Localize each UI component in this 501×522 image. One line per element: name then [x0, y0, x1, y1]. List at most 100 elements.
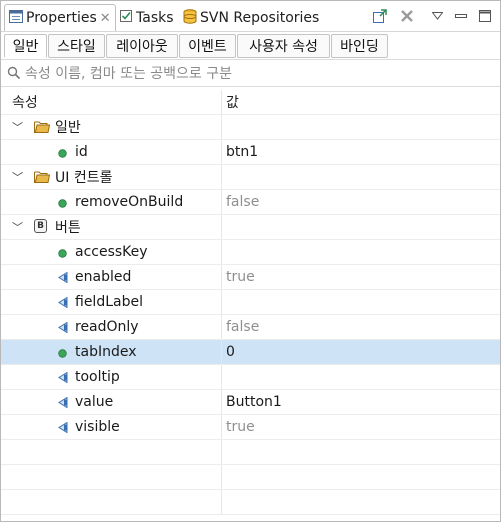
tab-tasks-label: Tasks [136, 10, 174, 26]
property-name: fieldLabel [75, 294, 143, 310]
property-name-cell: tabIndex [1, 340, 222, 364]
property-name: tooltip [75, 369, 120, 385]
tab-general[interactable]: 일반 [4, 34, 47, 58]
empty-row [1, 490, 500, 515]
maximize-icon[interactable] [477, 8, 493, 24]
green-dot-icon [58, 346, 67, 358]
tab-events[interactable]: 이벤트 [179, 34, 236, 58]
property-name: tabIndex [75, 344, 137, 360]
tab-svn-repositories[interactable]: SVN Repositories [183, 6, 319, 30]
property-value[interactable]: 0 [223, 340, 500, 364]
property-row[interactable]: value Button1 [1, 390, 500, 415]
tab-tasks[interactable]: Tasks [119, 6, 174, 30]
property-filter-input[interactable]: 속성 이름, 컴마 또는 공백으로 구분 [1, 59, 500, 87]
minimize-icon[interactable] [453, 8, 469, 24]
tab-binding[interactable]: 바인딩 [331, 34, 388, 58]
property-row[interactable]: readOnly false [1, 315, 500, 340]
category-name-cell: ﹀ UI 컨트롤 [1, 165, 222, 189]
column-header-property[interactable]: 속성 [1, 90, 222, 114]
empty-cell [223, 465, 500, 489]
property-value[interactable]: btn1 [223, 140, 500, 164]
property-name-cell: visible [1, 415, 222, 439]
properties-icon [9, 9, 23, 27]
view-tab-bar: Properties ✕ Tasks SVN Repositories [1, 1, 500, 32]
folder-icon [34, 170, 51, 183]
property-row[interactable]: removeOnBuild false [1, 190, 500, 215]
empty-cell [1, 490, 222, 514]
green-dot-icon [58, 146, 67, 158]
category-name-cell: ﹀ 일반 [1, 115, 222, 139]
blue-arrow-icon [58, 421, 68, 434]
column-header-value[interactable]: 값 [223, 90, 500, 114]
blue-arrow-icon [58, 371, 68, 384]
tab-properties[interactable]: Properties ✕ [4, 4, 116, 31]
category-label: UI 컨트롤 [55, 170, 113, 186]
view-menu-icon[interactable] [429, 8, 445, 24]
search-icon [7, 66, 21, 80]
property-name: accessKey [75, 244, 148, 260]
blue-arrow-icon [58, 396, 68, 409]
property-name-cell: tooltip [1, 365, 222, 389]
property-name-cell: value [1, 390, 222, 414]
tab-svn-label: SVN Repositories [200, 10, 320, 26]
blue-arrow-icon [58, 271, 68, 284]
property-value[interactable] [223, 240, 500, 264]
tab-properties-label: Properties [26, 10, 97, 26]
property-category[interactable]: ﹀ UI 컨트롤 [1, 165, 500, 190]
property-row[interactable]: visible true [1, 415, 500, 440]
property-category[interactable]: ﹀ 일반 [1, 115, 500, 140]
chevron-down-icon[interactable]: ﹀ [12, 219, 23, 235]
empty-cell [223, 490, 500, 514]
green-dot-icon [58, 246, 67, 258]
property-value[interactable]: true [223, 265, 500, 289]
property-value[interactable]: Button1 [223, 390, 500, 414]
property-value[interactable] [223, 365, 500, 389]
new-window-icon[interactable] [371, 8, 387, 24]
property-row[interactable]: id btn1 [1, 140, 500, 165]
tab-user-properties[interactable]: 사용자 속성 [237, 34, 330, 58]
property-row[interactable]: enabled true [1, 265, 500, 290]
property-row[interactable]: accessKey [1, 240, 500, 265]
property-row[interactable]: tooltip [1, 365, 500, 390]
close-icon[interactable]: ✕ [100, 11, 111, 26]
property-name-cell: accessKey [1, 240, 222, 264]
button-b-icon: B [34, 219, 47, 233]
property-name-cell: readOnly [1, 315, 222, 339]
property-value[interactable]: true [223, 415, 500, 439]
category-tab-bar: 일반 스타일 레이아웃 이벤트 사용자 속성 바인딩 [1, 32, 500, 59]
property-name: enabled [75, 269, 132, 285]
grid-header: 속성 값 [1, 90, 500, 115]
property-value[interactable] [223, 290, 500, 314]
remove-icon[interactable] [399, 8, 415, 24]
search-placeholder: 속성 이름, 컴마 또는 공백으로 구분 [25, 66, 233, 82]
empty-cell [223, 440, 500, 464]
property-name-cell: id [1, 140, 222, 164]
property-name-cell: enabled [1, 265, 222, 289]
property-name-cell: removeOnBuild [1, 190, 222, 214]
tasks-icon [119, 9, 133, 27]
empty-cell [1, 440, 222, 464]
chevron-down-icon[interactable]: ﹀ [12, 169, 23, 185]
green-dot-icon [58, 196, 67, 208]
folder-icon [34, 120, 51, 133]
blue-arrow-icon [58, 296, 68, 309]
property-value[interactable]: false [223, 190, 500, 214]
grid-rows: ﹀ 일반 id btn1 ﹀ UI 컨트롤 removeOnBuild false ﹀ B 버튼 ac… [1, 115, 500, 515]
category-label: 버튼 [55, 220, 81, 236]
chevron-down-icon[interactable]: ﹀ [12, 119, 23, 135]
category-value-cell [223, 215, 500, 239]
property-category[interactable]: ﹀ B 버튼 [1, 215, 500, 240]
blue-arrow-icon [58, 321, 68, 334]
property-name: readOnly [75, 319, 139, 335]
property-row[interactable]: fieldLabel [1, 290, 500, 315]
property-value[interactable]: false [223, 315, 500, 339]
svn-icon [183, 8, 197, 28]
property-name-cell: fieldLabel [1, 290, 222, 314]
property-name: visible [75, 419, 120, 435]
empty-row [1, 440, 500, 465]
tab-style[interactable]: 스타일 [48, 34, 105, 58]
tab-layout[interactable]: 레이아웃 [106, 34, 178, 58]
property-row[interactable]: tabIndex 0 [1, 340, 500, 365]
property-grid: 속성 값 ﹀ 일반 id btn1 ﹀ UI 컨트롤 removeOnBuild false ﹀… [1, 90, 500, 515]
property-name: id [75, 144, 88, 160]
